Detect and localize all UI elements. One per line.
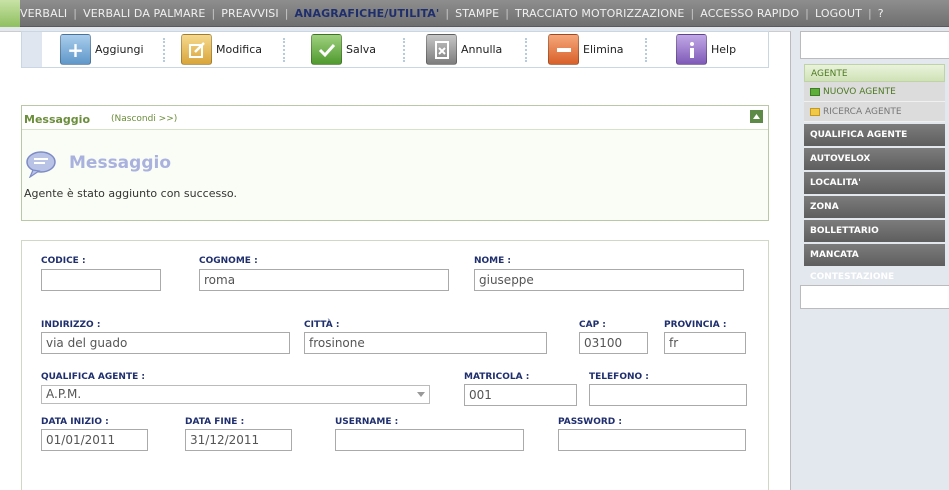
save-button-label: Salva xyxy=(346,43,377,56)
delete-button[interactable]: Elimina xyxy=(548,33,624,66)
cognome-label: COGNOME : xyxy=(199,256,258,266)
yellow-square-icon xyxy=(810,107,820,116)
agent-form: CODICE : COGNOME : roma NOME : giuseppe … xyxy=(21,240,769,490)
sidebar-bottom-box xyxy=(800,285,949,309)
help-button[interactable]: Help xyxy=(676,33,736,66)
toolbar-lead xyxy=(22,32,42,67)
sidebar-menu: AGENTE NUOVO AGENTE RICERCA AGENTE QUALI… xyxy=(804,64,945,282)
cancel-button[interactable]: Annulla xyxy=(426,33,502,66)
cap-input[interactable]: 03100 xyxy=(579,332,648,354)
chevron-down-icon xyxy=(417,392,425,397)
checkmark-icon xyxy=(311,34,342,65)
matricola-label: MATRICOLA : xyxy=(464,372,530,382)
nav-accent xyxy=(0,0,20,27)
data-inizio-input[interactable]: 01/01/2011 xyxy=(41,429,148,451)
telefono-label: TELEFONO : xyxy=(589,372,649,382)
indirizzo-input[interactable]: via del guado xyxy=(41,332,290,354)
save-button[interactable]: Salva xyxy=(311,33,376,66)
speech-bubble-icon xyxy=(25,150,57,179)
nome-label: NOME : xyxy=(474,256,512,266)
password-input[interactable] xyxy=(558,429,746,451)
sidebar-item-nuovo-agente[interactable]: NUOVO AGENTE xyxy=(804,82,945,102)
codice-input[interactable] xyxy=(41,269,161,291)
minus-icon xyxy=(548,34,579,65)
provincia-input[interactable]: fr xyxy=(664,332,746,354)
sidebar-item-ricerca-agente[interactable]: RICERCA AGENTE xyxy=(804,102,945,122)
sidebar-item-autovelox[interactable]: AUTOVELOX xyxy=(804,148,945,170)
sidebar-item-label: RICERCA AGENTE xyxy=(823,106,902,117)
info-icon xyxy=(676,34,707,65)
toolbar-divider xyxy=(645,38,647,62)
toolbar-divider xyxy=(163,38,165,62)
sidebar-top-box xyxy=(800,31,949,59)
nav-item-tracciato-motorizzazione[interactable]: TRACCIATO MOTORIZZAZIONE xyxy=(509,7,690,20)
qualifica-select[interactable]: A.P.M. xyxy=(41,385,430,404)
username-label: USERNAME : xyxy=(335,417,399,427)
data-fine-label: DATA FINE : xyxy=(185,417,245,427)
hide-message-link[interactable]: (Nascondi >>) xyxy=(111,114,177,124)
sidebar-item-localita[interactable]: LOCALITA' xyxy=(804,172,945,194)
message-title: Messaggio xyxy=(69,153,171,173)
sidebar-item-label: NUOVO AGENTE xyxy=(823,86,896,97)
matricola-input[interactable]: 001 xyxy=(464,384,577,406)
nome-input[interactable]: giuseppe xyxy=(474,269,744,291)
citta-label: CITTÀ : xyxy=(304,320,340,330)
nav-item-logout[interactable]: LOGOUT xyxy=(809,7,868,20)
nav-item-help[interactable]: ? xyxy=(872,7,890,20)
plus-icon: + xyxy=(60,34,91,65)
indirizzo-label: INDIRIZZO : xyxy=(41,320,101,330)
cognome-input[interactable]: roma xyxy=(199,269,449,291)
delete-button-label: Elimina xyxy=(583,43,624,56)
green-square-icon xyxy=(810,87,820,96)
citta-input[interactable]: frosinone xyxy=(304,332,547,354)
cap-label: CAP : xyxy=(579,320,606,330)
cancel-button-label: Annulla xyxy=(461,43,503,56)
sidebar-section-agente[interactable]: AGENTE xyxy=(804,64,945,82)
qualifica-label: QUALIFICA AGENTE : xyxy=(41,372,145,382)
sidebar: AGENTE NUOVO AGENTE RICERCA AGENTE QUALI… xyxy=(800,31,949,490)
telefono-input[interactable] xyxy=(589,384,747,406)
cancel-document-icon xyxy=(426,34,457,65)
provincia-label: PROVINCIA : xyxy=(664,320,727,330)
password-label: PASSWORD : xyxy=(558,417,623,427)
nav-item-anagrafiche-utilita[interactable]: ANAGRAFICHE/UTILITA' xyxy=(289,7,446,20)
message-box: Messaggio (Nascondi >>) Messaggio Agente… xyxy=(21,105,769,221)
collapse-up-icon[interactable] xyxy=(750,110,763,123)
sidebar-item-zona[interactable]: ZONA xyxy=(804,196,945,218)
sidebar-item-bollettario[interactable]: BOLLETTARIO xyxy=(804,220,945,242)
nav-item-stampe[interactable]: STAMPE xyxy=(449,7,505,20)
toolbar: + Aggiungi Modifica Salva Annulla Elimin… xyxy=(21,31,769,68)
qualifica-select-value: A.P.M. xyxy=(46,387,82,401)
message-text: Agente è stato aggiunto con successo. xyxy=(24,187,237,200)
add-button-label: Aggiungi xyxy=(95,43,144,56)
nav-items: VERBALI | VERBALI DA PALMARE | PREAVVISI | … xyxy=(20,0,890,27)
data-fine-input[interactable]: 31/12/2011 xyxy=(185,429,292,451)
toolbar-divider xyxy=(283,38,285,62)
data-inizio-label: DATA INIZIO : xyxy=(41,417,109,427)
nav-item-accesso-rapido[interactable]: ACCESSO RAPIDO xyxy=(694,7,805,20)
nav-item-verbali-da-palmare[interactable]: VERBALI DA PALMARE xyxy=(77,7,211,20)
edit-button[interactable]: Modifica xyxy=(181,33,262,66)
sidebar-item-qualifica-agente[interactable]: QUALIFICA AGENTE xyxy=(804,124,945,146)
add-button[interactable]: + Aggiungi xyxy=(60,33,144,66)
top-navigation: VERBALI | VERBALI DA PALMARE | PREAVVISI | … xyxy=(0,0,949,27)
message-box-title: Messaggio xyxy=(24,113,90,126)
codice-label: CODICE : xyxy=(41,256,86,266)
username-input[interactable] xyxy=(335,429,524,451)
nav-item-preavvisi[interactable]: PREAVVISI xyxy=(215,7,284,20)
help-button-label: Help xyxy=(711,43,737,56)
toolbar-divider xyxy=(525,38,527,62)
message-box-header: Messaggio (Nascondi >>) xyxy=(22,106,768,130)
edit-icon xyxy=(181,34,212,65)
toolbar-divider xyxy=(403,38,405,62)
sidebar-item-mancata-contestazione[interactable]: MANCATA CONTESTAZIONE xyxy=(804,244,945,282)
nav-item-verbali[interactable]: VERBALI xyxy=(20,7,73,20)
edit-button-label: Modifica xyxy=(216,43,262,56)
